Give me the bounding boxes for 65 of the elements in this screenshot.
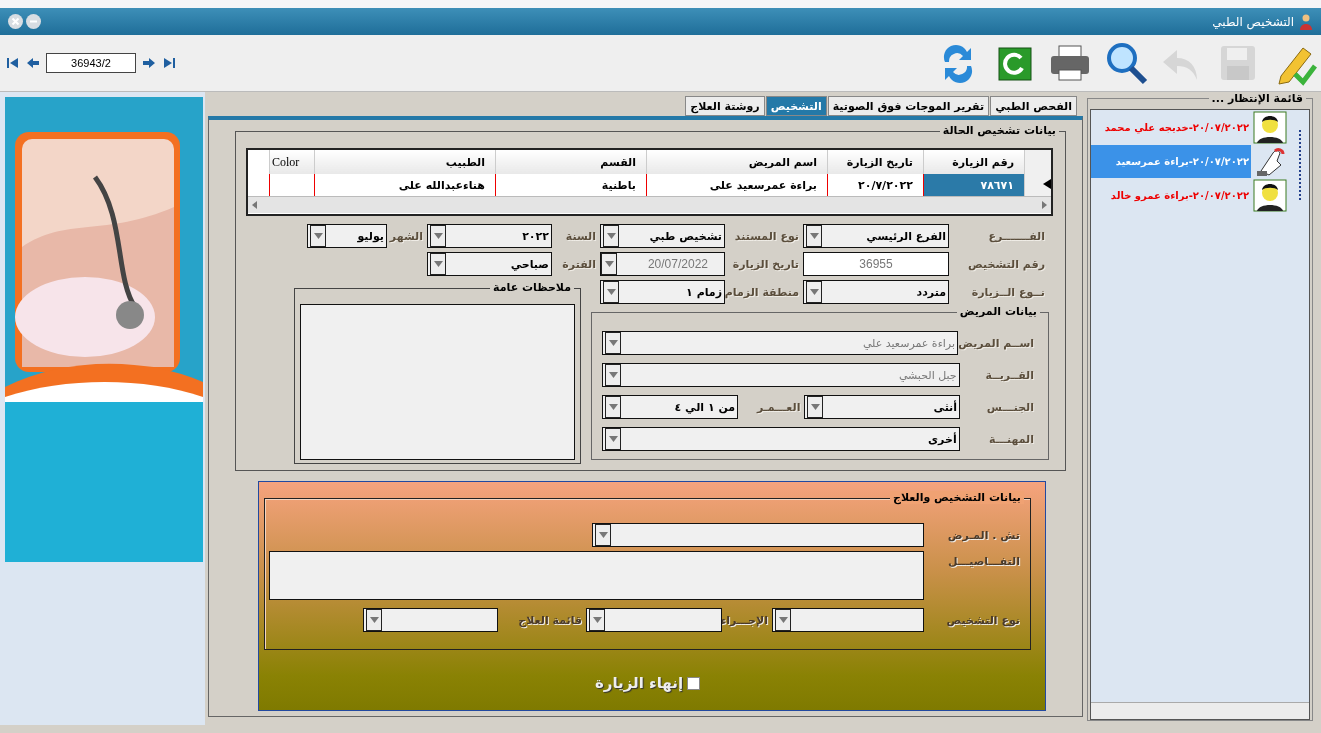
dropdown-field[interactable]: من ١ الي ٤ bbox=[602, 395, 739, 419]
list-item[interactable]: ٢٠/٠٧/٢٠٢٢-خديجه علي محمد bbox=[1091, 111, 1251, 144]
group-title: ملاحظات عامة bbox=[490, 281, 574, 294]
field-label: المهنـــة bbox=[988, 432, 1035, 446]
group-title: بيانات المريض bbox=[956, 305, 1040, 318]
field-label: الجنـــس bbox=[985, 400, 1035, 414]
field-label: السنة bbox=[564, 229, 597, 243]
group-title: بيانات تشخيص الحالة bbox=[939, 124, 1059, 137]
field-label: القــريــة bbox=[984, 368, 1035, 382]
group-title: قائمة الإنتظار ... bbox=[1208, 92, 1306, 105]
row-pointer-icon bbox=[1043, 178, 1051, 189]
dropdown-field[interactable] bbox=[772, 608, 924, 632]
checkbox-label[interactable]: إنهاء الزيارة bbox=[594, 674, 684, 692]
scrollbar[interactable] bbox=[1091, 702, 1309, 719]
dropdown-field[interactable] bbox=[363, 608, 498, 632]
person-icon bbox=[1253, 179, 1287, 212]
close-button[interactable] bbox=[8, 14, 23, 29]
tab[interactable]: الفحص الطبي bbox=[990, 96, 1077, 116]
tab[interactable]: تقرير الموجات فوق الصوتية bbox=[827, 96, 990, 116]
dropdown-field[interactable]: يوليو bbox=[307, 224, 387, 248]
person-icon bbox=[1253, 111, 1287, 144]
diagnosis-panel: بيانات التشخيص والعلاج تش . المـرض التفـــاصيـــل نوع التشخيص الإجـــراء قائمة العلاج إنهاء الزيارة bbox=[258, 481, 1046, 711]
scrollbar[interactable] bbox=[248, 196, 1051, 213]
dropdown-field[interactable]: تشخيص طبي bbox=[600, 224, 725, 248]
first-record-icon[interactable] bbox=[6, 56, 20, 70]
tab[interactable]: التشخيص bbox=[765, 96, 827, 116]
column-header[interactable]: الطبيب bbox=[314, 150, 496, 174]
column-header[interactable]: Color bbox=[269, 150, 315, 174]
minimize-button[interactable] bbox=[26, 14, 41, 29]
previous-icon[interactable] bbox=[26, 56, 40, 70]
field-label: العـــمـر bbox=[755, 400, 802, 414]
list-item[interactable]: ٢٠/٠٧/٢٠٢٢-براءة عمرو خالد bbox=[1091, 179, 1251, 212]
dropdown-field[interactable]: متردد bbox=[803, 280, 949, 304]
dropdown-field[interactable] bbox=[586, 608, 722, 632]
details-field[interactable] bbox=[269, 551, 924, 600]
notes-field[interactable] bbox=[300, 304, 575, 460]
field-label: الفـــــــرع bbox=[987, 229, 1046, 243]
field-label: نوع المستند bbox=[733, 229, 800, 243]
field-label: اســم المريض bbox=[958, 336, 1035, 350]
group-title: بيانات التشخيص والعلاج bbox=[890, 491, 1024, 504]
field-label: الفترة bbox=[561, 257, 597, 271]
end-visit-checkbox[interactable] bbox=[687, 676, 701, 690]
dropdown-field[interactable]: زمام ١ bbox=[600, 280, 725, 304]
field-label: نــوع الــزيارة bbox=[970, 285, 1046, 299]
dropdown-field[interactable] bbox=[592, 523, 924, 547]
table-cell: ٧٨٦٧١ bbox=[923, 174, 1025, 196]
window-title: التشخيص الطبي bbox=[1212, 14, 1294, 29]
column-header[interactable]: القسم bbox=[495, 150, 647, 174]
dropdown-field[interactable]: صباحي bbox=[427, 252, 552, 276]
dropdown-field[interactable]: أنثى bbox=[804, 395, 961, 419]
dropdown-field[interactable]: ٢٠٢٢ bbox=[427, 224, 552, 248]
column-header[interactable]: رقم الزيارة bbox=[923, 150, 1025, 174]
column-header[interactable]: اسم المريض bbox=[646, 150, 828, 174]
dropdown-field[interactable]: أخرى bbox=[602, 427, 960, 451]
doctor-icon bbox=[1299, 13, 1313, 30]
field-label: منطقة الزمام bbox=[725, 285, 800, 299]
next-icon[interactable] bbox=[142, 56, 156, 70]
field-label: تاريخ الزيارة bbox=[731, 257, 800, 271]
last-record-icon[interactable] bbox=[162, 56, 176, 70]
field-label: الشهر bbox=[388, 229, 424, 243]
tab[interactable]: روشتة العلاج bbox=[685, 96, 765, 116]
record-field[interactable]: 36943/2 bbox=[46, 53, 136, 73]
dropdown-field[interactable]: الفرع الرئيسي bbox=[803, 224, 949, 248]
column-header[interactable]: تاريخ الزيارة bbox=[827, 150, 924, 174]
field-label: رقم التشخيص bbox=[967, 257, 1046, 271]
